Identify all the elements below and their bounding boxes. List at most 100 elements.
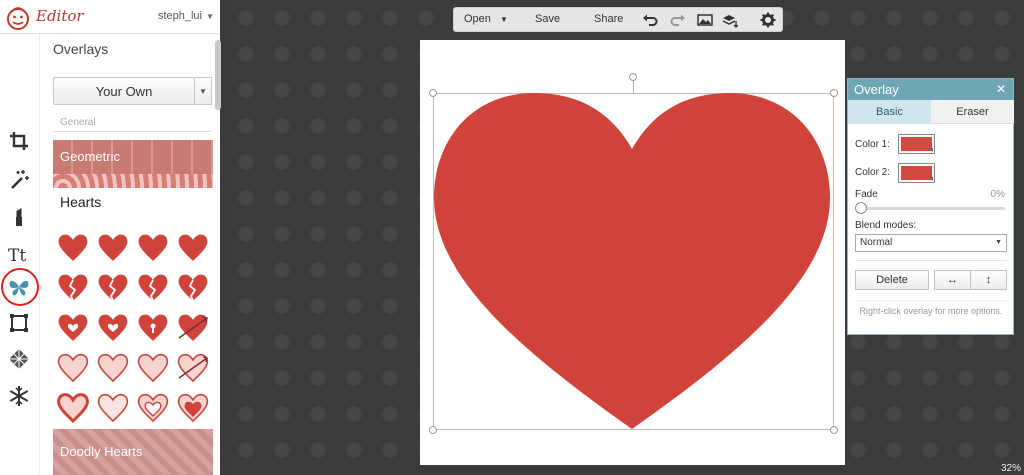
your-own-button[interactable]: Your Own: [53, 77, 195, 105]
heart-thumbnail[interactable]: [173, 268, 213, 308]
color2-swatch[interactable]: [898, 163, 935, 183]
heart-thumbnail[interactable]: [173, 308, 213, 348]
texture-icon: [9, 349, 29, 369]
snowflake-icon: [9, 386, 29, 406]
heart-icon: [58, 274, 88, 302]
heart-thumbnail[interactable]: [133, 348, 173, 388]
heart-overlay[interactable]: [434, 93, 830, 429]
overlay-properties-panel: Overlay ✕ Basic Eraser Color 1: Color 2:…: [847, 78, 1014, 335]
open-button[interactable]: Open: [464, 8, 491, 31]
undo-icon[interactable]: [642, 12, 658, 28]
svg-text:Tt: Tt: [8, 246, 26, 265]
chevron-right-icon: ›: [38, 280, 42, 294]
chevron-down-icon[interactable]: ▼: [500, 8, 508, 31]
resize-handle-tr[interactable]: [830, 89, 838, 97]
chevron-down-icon: ▼: [199, 86, 207, 96]
delete-button[interactable]: Delete: [855, 270, 929, 290]
effects-tool[interactable]: [2, 162, 36, 196]
heart-thumbnail[interactable]: [133, 308, 173, 348]
left-sidebar: Editor steph_lui ▼ Tt › Overlays Your Ow…: [0, 0, 221, 475]
category-hearts-title[interactable]: Hearts: [53, 194, 101, 210]
save-button[interactable]: Save: [535, 8, 560, 31]
zoom-level[interactable]: 32%: [1001, 463, 1021, 474]
your-own-dropdown[interactable]: ▼: [195, 77, 212, 105]
fade-value: 0%: [990, 189, 1005, 200]
chevron-down-icon[interactable]: ▼: [206, 12, 214, 21]
heart-thumbnail[interactable]: [93, 348, 133, 388]
heart-thumbnail[interactable]: [173, 388, 213, 428]
seasonal-tool[interactable]: [2, 379, 36, 413]
tab-basic[interactable]: Basic: [848, 100, 931, 124]
overlay-panel-header: Overlay ✕: [848, 79, 1013, 100]
color1-swatch[interactable]: [898, 134, 935, 154]
fade-slider-handle[interactable]: [855, 202, 867, 214]
flip-horizontal-button[interactable]: ↔: [934, 270, 971, 290]
chevron-down-icon: ▼: [995, 239, 1002, 246]
heart-thumbnail[interactable]: [173, 228, 213, 268]
close-icon[interactable]: ✕: [996, 79, 1006, 100]
divider: [855, 300, 1007, 301]
rotate-handle[interactable]: [629, 73, 637, 81]
heart-icon: [138, 314, 168, 341]
overlays-panel: Overlays Your Own ▼ General Geometric He…: [44, 34, 220, 475]
heart-thumbnail[interactable]: [53, 388, 93, 428]
gear-icon[interactable]: [760, 12, 776, 28]
heart-icon: [98, 234, 128, 261]
color1-fill: [901, 137, 932, 151]
heart-icon: [57, 393, 89, 424]
app-title: Editor: [36, 7, 84, 25]
heart-icon: [58, 234, 88, 261]
heart-icon: [98, 274, 128, 302]
heart-thumbnail[interactable]: [133, 268, 173, 308]
heart-thumbnail[interactable]: [53, 228, 93, 268]
crop-tool[interactable]: [2, 124, 36, 158]
heart-icon: [97, 353, 129, 383]
heart-icon: [138, 234, 168, 261]
heart-thumbnail[interactable]: [133, 388, 173, 428]
resize-handle-br[interactable]: [830, 426, 838, 434]
heart-thumbnail[interactable]: [133, 228, 173, 268]
heart-thumbnail[interactable]: [93, 388, 133, 428]
touch-up-tool[interactable]: [2, 200, 36, 234]
redo-icon[interactable]: [670, 12, 686, 28]
selected-tool-highlight: [1, 268, 39, 306]
heart-icon: [137, 393, 169, 423]
heart-thumbnail[interactable]: [53, 308, 93, 348]
heart-thumbnail[interactable]: [173, 348, 213, 388]
image-compare-icon[interactable]: [697, 12, 713, 28]
app-header: Editor steph_lui ▼: [0, 0, 220, 34]
heart-icon: [178, 314, 208, 341]
heart-thumbnail[interactable]: [93, 308, 133, 348]
text-tool[interactable]: Tt: [2, 237, 36, 271]
fade-slider-track[interactable]: [859, 207, 1005, 210]
heart-icon: [138, 274, 168, 302]
tab-eraser[interactable]: Eraser: [931, 100, 1014, 124]
heart-icon: [178, 274, 208, 302]
heart-thumbnail[interactable]: [93, 228, 133, 268]
panel-title: Overlays: [53, 41, 109, 57]
category-doodly-hearts[interactable]: Doodly Hearts: [53, 429, 213, 475]
color2-label: Color 2:: [855, 167, 891, 178]
heart-thumbnail[interactable]: [53, 348, 93, 388]
blend-mode-value: Normal: [860, 237, 893, 248]
frame-icon: [10, 314, 28, 332]
heart-thumbnail[interactable]: [53, 268, 93, 308]
user-menu[interactable]: steph_lui: [158, 10, 202, 22]
flip-vertical-button[interactable]: ↕: [971, 270, 1007, 290]
share-button[interactable]: Share: [594, 8, 623, 31]
heart-icon: [178, 234, 208, 261]
heart-thumbnail[interactable]: [93, 268, 133, 308]
top-toolbar: Open ▼ Save Share: [453, 7, 783, 32]
category-geometric[interactable]: Geometric: [53, 140, 213, 174]
panel-scrollbar[interactable]: [215, 40, 221, 110]
section-label: General: [53, 116, 212, 132]
textures-tool[interactable]: [2, 342, 36, 376]
layers-icon[interactable]: [722, 12, 738, 28]
frames-tool[interactable]: [2, 306, 36, 340]
blend-mode-select[interactable]: Normal ▼: [855, 234, 1007, 252]
overlay-tabs: Basic Eraser: [848, 100, 1014, 124]
heart-icon: [97, 393, 129, 423]
heart-icon: [137, 353, 169, 383]
color1-label: Color 1:: [855, 139, 891, 150]
divider: [855, 260, 1007, 261]
